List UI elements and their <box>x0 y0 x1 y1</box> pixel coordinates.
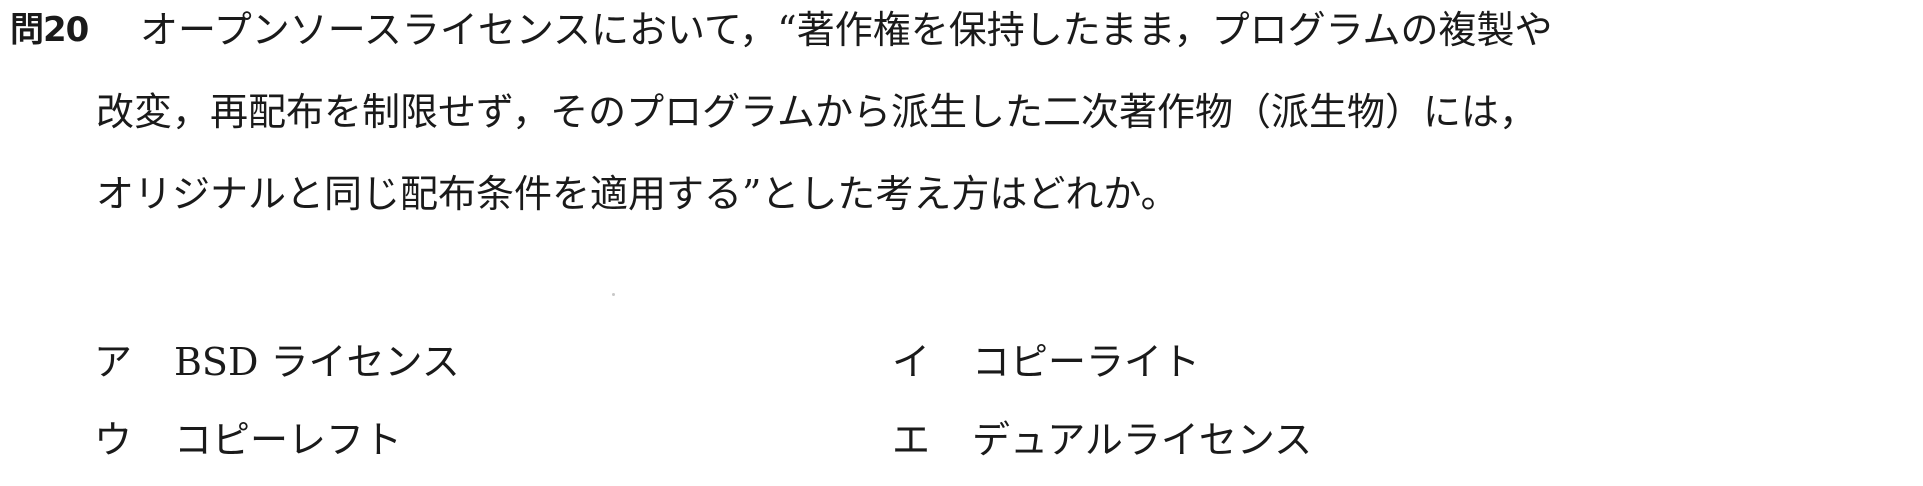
choice-e-mark: エ <box>892 418 931 462</box>
choice-e-text: デュアルライセンス <box>972 418 1313 462</box>
choice-e[interactable]: エデュアルライセンス <box>892 418 1312 462</box>
choice-u-text: コピーレフト <box>174 418 403 462</box>
choice-i-mark: イ <box>892 340 931 384</box>
scan-speck <box>612 293 615 296</box>
question-text-line-1: オープンソースライセンスにおいて，“著作権を保持したまま，プログラムの複製や <box>140 8 1553 52</box>
choice-a-mark: ア <box>94 340 133 384</box>
choice-i-text: コピーライト <box>972 340 1201 384</box>
choice-a-text: BSD ライセンス <box>174 340 460 384</box>
question-text-line-3: オリジナルと同じ配布条件を適用する”とした考え方はどれか。 <box>96 172 1179 216</box>
choice-a[interactable]: ア BSD ライセンス <box>94 340 460 384</box>
question-text-line-2: 改変，再配布を制限せず，そのプログラムから派生した二次著作物（派生物）には， <box>96 90 1537 134</box>
choice-u-mark: ウ <box>94 418 133 462</box>
choice-i[interactable]: イコピーライト <box>892 340 1200 384</box>
choice-u[interactable]: ウコピーレフト <box>94 418 402 462</box>
question-number: 問20 <box>10 10 89 50</box>
question-block: 問20 オープンソースライセンスにおいて，“著作権を保持したまま，プログラムの複… <box>0 0 1923 486</box>
